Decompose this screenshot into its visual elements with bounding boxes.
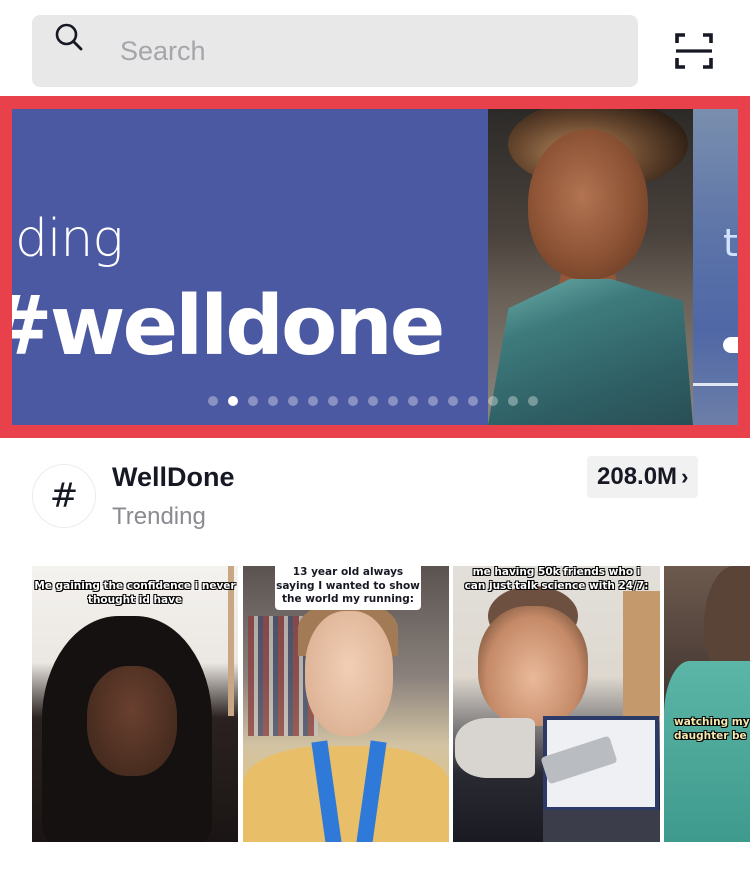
thumb-face (87, 666, 177, 776)
views-count: 208.0M (597, 463, 678, 490)
carousel-dot[interactable] (228, 396, 238, 406)
scan-icon[interactable] (670, 27, 718, 75)
carousel-dot[interactable] (368, 396, 378, 406)
views-count-button[interactable]: 208.0M › (587, 456, 699, 498)
banner-slide[interactable]: ending #welldone (12, 109, 488, 425)
carousel-dot[interactable] (468, 396, 478, 406)
video-caption: 13 year old always saying I wanted to sh… (276, 566, 420, 606)
next-slide-text: t (723, 221, 738, 265)
carousel-dot[interactable] (508, 396, 518, 406)
thumb-figure (243, 746, 449, 842)
trending-banner-carousel[interactable]: ending #welldone t (12, 109, 738, 425)
video-caption: Me gaining the confidence i never though… (34, 580, 236, 606)
thumb-bg-detail (623, 591, 660, 721)
carousel-dot[interactable] (248, 396, 258, 406)
video-grid: Me gaining the confidence i never though… (32, 566, 750, 842)
banner-next-slide-peek[interactable]: t (693, 109, 738, 425)
thumb-face (305, 611, 393, 736)
photo-face (528, 129, 648, 279)
video-caption: watching my daughter be her be (674, 716, 750, 742)
carousel-dot[interactable] (208, 396, 218, 406)
banner-photo (488, 109, 693, 425)
hashtag-icon: # (32, 464, 96, 528)
video-thumbnail[interactable]: 13 year old always saying I wanted to sh… (243, 566, 449, 842)
thumb-book (455, 718, 535, 778)
carousel-dot[interactable] (428, 396, 438, 406)
carousel-dot[interactable] (328, 396, 338, 406)
carousel-dot[interactable] (528, 396, 538, 406)
carousel-pagination (208, 396, 538, 406)
video-caption: me having 50k friends who i can just tal… (464, 566, 649, 592)
next-slide-shape (723, 337, 738, 353)
thumb-face (478, 606, 588, 726)
banner-kicker: ending (12, 209, 124, 269)
carousel-dot[interactable] (488, 396, 498, 406)
video-thumbnail[interactable]: Me gaining the confidence i never though… (32, 566, 238, 842)
banner-headline: #welldone (12, 279, 445, 374)
search-input[interactable] (120, 15, 620, 87)
carousel-dot[interactable] (348, 396, 358, 406)
thumb-figure (664, 661, 750, 842)
next-slide-line (693, 383, 738, 386)
carousel-dot[interactable] (308, 396, 318, 406)
search-icon[interactable] (54, 22, 84, 52)
hashtag-subtitle: Trending (112, 503, 206, 530)
top-bar (0, 0, 750, 96)
thumb-keyboard (543, 810, 660, 842)
hashtag-title[interactable]: WellDone (112, 462, 235, 493)
carousel-dot[interactable] (448, 396, 458, 406)
carousel-dot[interactable] (388, 396, 398, 406)
carousel-dot[interactable] (288, 396, 298, 406)
video-thumbnail[interactable]: me having 50k friends who i can just tal… (453, 566, 660, 842)
carousel-dot[interactable] (408, 396, 418, 406)
chevron-right-icon: › (681, 464, 689, 489)
video-thumbnail[interactable]: watching my daughter be her be (664, 566, 750, 842)
carousel-dot[interactable] (268, 396, 278, 406)
